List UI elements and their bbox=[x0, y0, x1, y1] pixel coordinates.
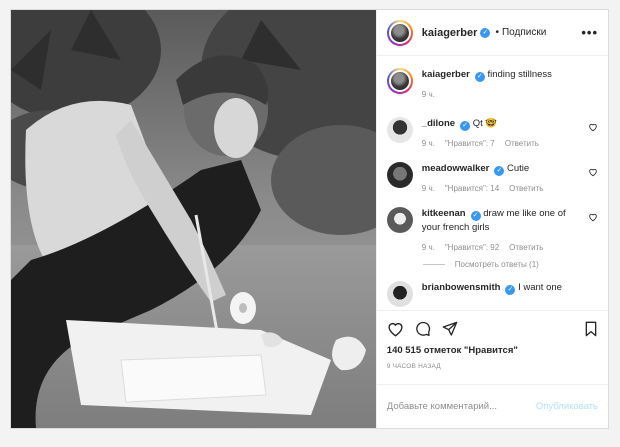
heart-icon[interactable] bbox=[588, 122, 598, 132]
comment-item: kitkeenan ✓ draw me like one of your fren… bbox=[386, 207, 598, 252]
follow-status[interactable]: Подписки bbox=[502, 27, 546, 38]
comment-time: 9 ч. bbox=[421, 139, 435, 148]
share-icon[interactable] bbox=[442, 321, 458, 337]
post-header: kaiagerber ✓ • Подписки ••• bbox=[376, 10, 608, 56]
publish-button[interactable]: Опубликовать bbox=[536, 401, 598, 412]
verified-icon: ✓ bbox=[474, 72, 485, 82]
comment-username[interactable]: kitkeenan bbox=[422, 208, 466, 219]
comment-likes[interactable]: "Нравится": 7 bbox=[445, 139, 495, 148]
avatar[interactable] bbox=[386, 207, 413, 233]
bookmark-icon[interactable] bbox=[584, 321, 598, 337]
separator-dot: • bbox=[495, 27, 499, 38]
more-options-icon[interactable]: ••• bbox=[581, 25, 598, 40]
comment-time: 9 ч. bbox=[421, 243, 435, 252]
view-replies-link[interactable]: Посмотреть ответы (1) bbox=[423, 260, 598, 269]
reply-button[interactable]: Ответить bbox=[509, 184, 543, 193]
post-time: 9 ЧАСОВ НАЗАД bbox=[386, 363, 441, 370]
comment-item: meadowwalker ✓ Cutie 9 ч. "Нравится": 14 … bbox=[386, 162, 598, 193]
post-photo[interactable] bbox=[11, 10, 376, 428]
comment-time: 9 ч. bbox=[421, 184, 435, 193]
nerd-emoji-icon: 🤓 bbox=[485, 118, 498, 129]
comment-input[interactable] bbox=[386, 401, 536, 412]
heart-icon[interactable] bbox=[588, 212, 598, 222]
comment-username[interactable]: meadowwalker bbox=[422, 163, 490, 174]
reply-button[interactable]: Ответить bbox=[505, 139, 539, 148]
avatar[interactable] bbox=[386, 19, 413, 46]
author-username[interactable]: kaiagerber bbox=[422, 27, 478, 39]
photo-illustration bbox=[11, 10, 376, 428]
caption-username[interactable]: kaiagerber bbox=[422, 69, 470, 80]
verified-icon: ✓ bbox=[470, 211, 481, 221]
comment-text: I want one bbox=[518, 282, 562, 293]
comment-item: _dilone ✓ Qt 🤓 9 ч. "Нравится": 7 Ответит… bbox=[386, 117, 598, 148]
verified-icon: ✓ bbox=[460, 121, 471, 131]
avatar[interactable] bbox=[386, 281, 413, 307]
avatar[interactable] bbox=[386, 117, 413, 143]
like-heart-icon[interactable] bbox=[387, 321, 404, 337]
caption: kaiagerber ✓ finding stillness 9 ч. bbox=[386, 68, 598, 99]
like-count[interactable]: 140 515 отметок "Нравится" bbox=[387, 345, 598, 356]
comment-icon[interactable] bbox=[415, 321, 431, 337]
verified-icon: ✓ bbox=[480, 27, 491, 38]
comment-username[interactable]: brianbowensmith bbox=[422, 282, 501, 293]
post-sidebar: kaiagerber ✓ • Подписки ••• kaiagerber ✓ … bbox=[375, 10, 608, 428]
heart-icon[interactable] bbox=[588, 167, 598, 177]
verified-icon: ✓ bbox=[505, 285, 516, 295]
comment-username[interactable]: _dilone bbox=[422, 118, 455, 129]
comment-composer: Опубликовать bbox=[376, 384, 608, 428]
post-modal: kaiagerber ✓ • Подписки ••• kaiagerber ✓ … bbox=[10, 9, 609, 429]
verified-icon: ✓ bbox=[494, 166, 505, 176]
comment-text: Qt bbox=[472, 118, 483, 129]
reply-button[interactable]: Ответить bbox=[509, 243, 543, 252]
post-actions: 140 515 отметок "Нравится" 9 ЧАСОВ НАЗАД bbox=[376, 310, 608, 384]
comments-list[interactable]: kaiagerber ✓ finding stillness 9 ч. _dilo… bbox=[377, 56, 608, 310]
comment-text: Cutie bbox=[507, 163, 530, 174]
caption-text: finding stillness bbox=[487, 69, 552, 80]
comment-item: brianbowensmith ✓ I want one bbox=[386, 281, 598, 307]
comment-likes[interactable]: "Нравится": 92 bbox=[445, 243, 499, 252]
comment-likes[interactable]: "Нравится": 14 bbox=[445, 184, 499, 193]
caption-time: 9 ч. bbox=[421, 90, 435, 99]
avatar[interactable] bbox=[386, 68, 413, 94]
avatar[interactable] bbox=[386, 162, 413, 188]
